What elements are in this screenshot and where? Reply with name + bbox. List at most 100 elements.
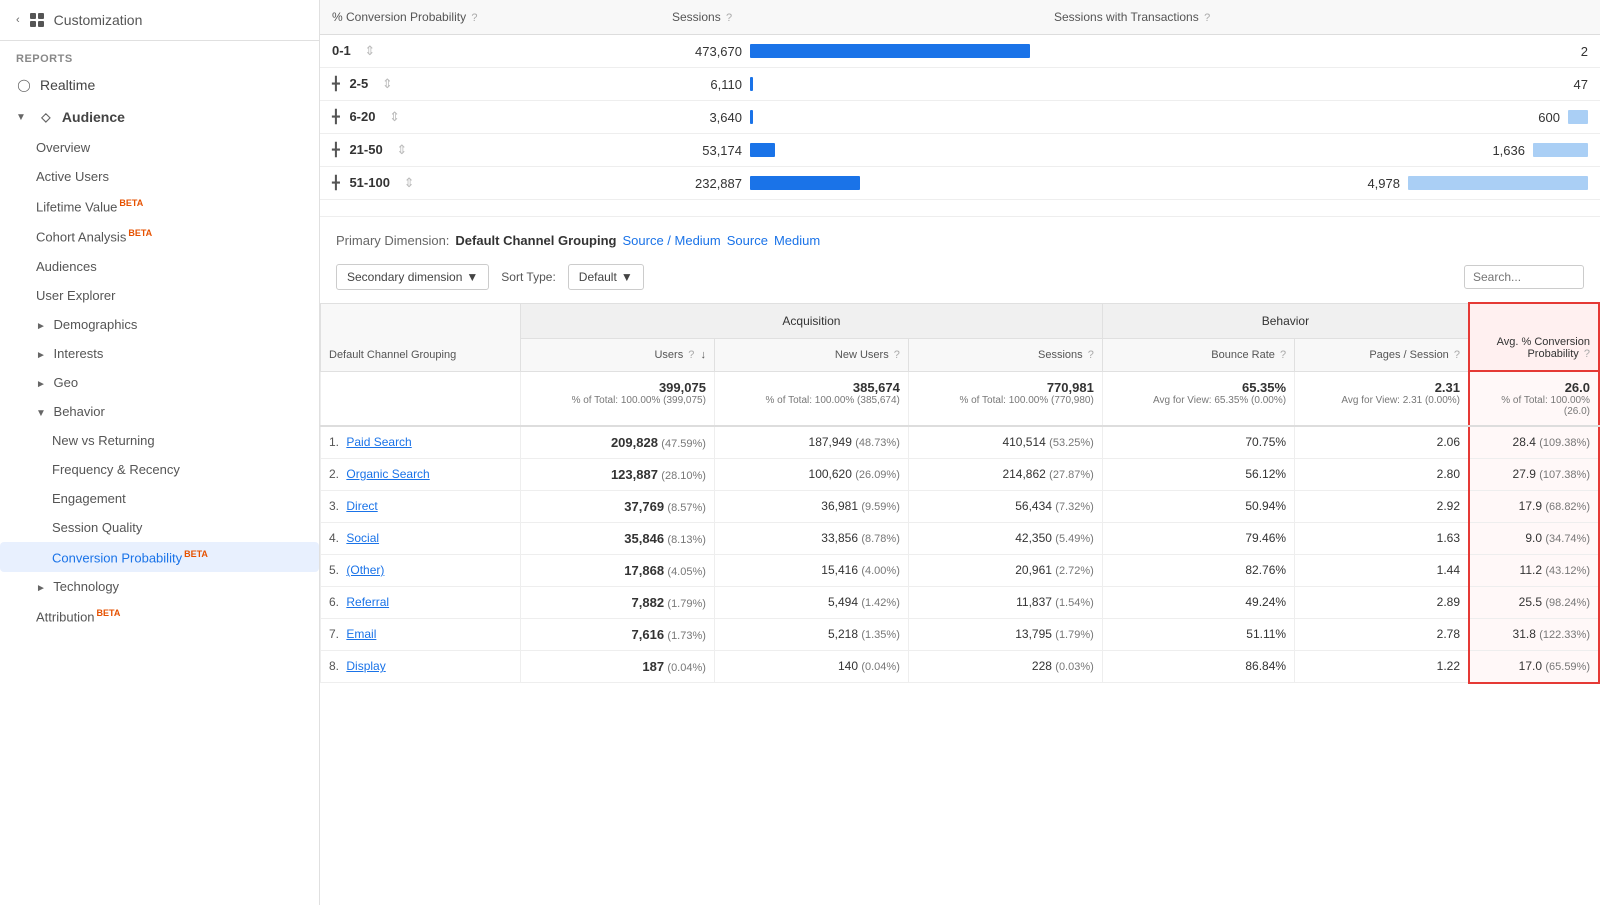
row-users: 37,769 (8.57%)	[521, 491, 715, 523]
sidebar-item-cohort-analysis[interactable]: Cohort AnalysisBETA	[0, 221, 319, 251]
top-table-row: ╋ 2-5 ⇕ 6,110 47	[320, 68, 1600, 101]
sessions-col-help-icon[interactable]: ?	[1088, 349, 1094, 361]
row-new-users: 100,620 (26.09%)	[714, 459, 908, 491]
sidebar-item-user-explorer[interactable]: User Explorer	[0, 281, 319, 310]
sidebar-item-lifetime-value[interactable]: Lifetime ValueBETA	[0, 191, 319, 221]
top-row-range: ╋ 21-50 ⇕	[320, 134, 660, 167]
col-header-sessions-transactions: Sessions with Transactions ?	[1042, 0, 1600, 35]
channel-link[interactable]: Social	[346, 531, 379, 545]
realtime-label: Realtime	[40, 77, 95, 93]
sidebar-item-technology[interactable]: ► Technology	[0, 572, 319, 601]
row-avg-conv: 28.4 (109.38%)	[1469, 426, 1599, 459]
table-row: 6. Referral 7,882 (1.79%) 5,494 (1.42%) …	[321, 587, 1600, 619]
row-new-users: 187,949 (48.73%)	[714, 426, 908, 459]
expand-plus[interactable]: ╋	[332, 109, 340, 124]
conv-prob-help-icon[interactable]: ?	[471, 12, 477, 24]
bounce-rate-help-icon[interactable]: ?	[1280, 349, 1286, 361]
sidebar-item-attribution[interactable]: AttributionBETA	[0, 601, 319, 631]
top-row-range: 0-1 ⇕	[320, 35, 660, 68]
sidebar-item-behavior[interactable]: ▼ Behavior	[0, 397, 319, 426]
drag-icon: ⇕	[364, 43, 375, 58]
secondary-dimension-dropdown[interactable]: Secondary dimension ▼	[336, 264, 489, 290]
row-sessions: 42,350 (5.49%)	[908, 523, 1102, 555]
sidebar-item-realtime[interactable]: ◯ Realtime	[0, 69, 319, 101]
pages-session-help-icon[interactable]: ?	[1454, 349, 1460, 361]
row-channel: 2. Organic Search	[321, 459, 521, 491]
row-new-users: 140 (0.04%)	[714, 651, 908, 683]
grid-icon	[30, 13, 44, 27]
row-number: 2.	[329, 467, 339, 481]
sidebar-item-engagement[interactable]: Engagement	[0, 484, 319, 513]
collapse-icon[interactable]: ‹	[16, 14, 20, 26]
row-sessions: 214,862 (27.87%)	[908, 459, 1102, 491]
th-users: Users ? ↓	[521, 338, 715, 371]
th-avg-conv: Avg. % Conversion Probability ?	[1469, 303, 1599, 371]
channel-link[interactable]: Organic Search	[346, 467, 429, 481]
geo-expand-icon: ►	[36, 379, 46, 390]
channel-link[interactable]: Display	[346, 659, 385, 673]
row-number: 7.	[329, 627, 339, 641]
users-help-icon[interactable]: ?	[688, 349, 694, 361]
primary-dim-medium[interactable]: Medium	[774, 233, 820, 248]
top-table-row: ╋ 21-50 ⇕ 53,174 1,636	[320, 134, 1600, 167]
users-sort-icon[interactable]: ↓	[700, 349, 706, 361]
top-table-row: ╋ 51-100 ⇕ 232,887 4,978	[320, 167, 1600, 200]
row-bounce-rate: 86.84%	[1102, 651, 1294, 683]
drag-icon: ⇕	[389, 109, 400, 124]
sidebar-item-active-users[interactable]: Active Users	[0, 162, 319, 191]
row-bounce-rate: 50.94%	[1102, 491, 1294, 523]
row-bounce-rate: 79.46%	[1102, 523, 1294, 555]
top-row-sessions: 53,174	[660, 134, 1042, 167]
sidebar-item-geo[interactable]: ► Geo	[0, 368, 319, 397]
row-channel: 4. Social	[321, 523, 521, 555]
totals-avg-conv: 26.0 % of Total: 100.00% (26.0)	[1469, 371, 1599, 426]
row-sessions: 13,795 (1.79%)	[908, 619, 1102, 651]
sidebar-top: ‹ Customization	[0, 0, 319, 41]
search-input[interactable]	[1464, 265, 1584, 289]
channel-link[interactable]: Referral	[346, 595, 389, 609]
sort-type-dropdown[interactable]: Default ▼	[568, 264, 644, 290]
sidebar-item-audience[interactable]: ▼ ◇ Audience	[0, 101, 319, 133]
sidebar-item-interests[interactable]: ► Interests	[0, 339, 319, 368]
sidebar-item-frequency-recency[interactable]: Frequency & Recency	[0, 455, 319, 484]
channel-link[interactable]: Direct	[346, 499, 377, 513]
sidebar-item-new-vs-returning[interactable]: New vs Returning	[0, 426, 319, 455]
primary-dim-source-medium[interactable]: Source / Medium	[622, 233, 720, 248]
sidebar-item-conversion-probability[interactable]: Conversion ProbabilityBETA	[0, 542, 319, 572]
customization-title: Customization	[54, 12, 143, 28]
row-new-users: 5,218 (1.35%)	[714, 619, 908, 651]
th-bounce-rate: Bounce Rate ?	[1102, 338, 1294, 371]
avg-conv-help-icon[interactable]: ?	[1584, 348, 1590, 360]
th-pages-session: Pages / Session ?	[1295, 338, 1469, 371]
row-new-users: 33,856 (8.78%)	[714, 523, 908, 555]
sessions-help-icon[interactable]: ?	[726, 12, 732, 24]
row-number: 4.	[329, 531, 339, 545]
new-users-help-icon[interactable]: ?	[894, 349, 900, 361]
channel-link[interactable]: Email	[346, 627, 376, 641]
channel-link[interactable]: Paid Search	[346, 435, 411, 449]
row-sessions: 11,837 (1.54%)	[908, 587, 1102, 619]
row-channel: 8. Display	[321, 651, 521, 683]
top-row-transactions: 47	[1042, 68, 1600, 101]
expand-plus[interactable]: ╋	[332, 142, 340, 157]
totals-users: 399,075 % of Total: 100.00% (399,075)	[521, 371, 715, 426]
row-users: 7,882 (1.79%)	[521, 587, 715, 619]
primary-dim-source[interactable]: Source	[727, 233, 768, 248]
row-bounce-rate: 70.75%	[1102, 426, 1294, 459]
expand-plus[interactable]: ╋	[332, 175, 340, 190]
col-header-conv-prob: % Conversion Probability ?	[320, 0, 660, 35]
audience-expand-icon: ▼	[16, 112, 26, 123]
primary-dim-active[interactable]: Default Channel Grouping	[455, 233, 616, 248]
sidebar-item-session-quality[interactable]: Session Quality	[0, 513, 319, 542]
expand-plus[interactable]: ╋	[332, 76, 340, 91]
th-sessions: Sessions ?	[908, 338, 1102, 371]
sidebar-item-overview[interactable]: Overview	[0, 133, 319, 162]
row-avg-conv: 9.0 (34.74%)	[1469, 523, 1599, 555]
sidebar-item-audiences[interactable]: Audiences	[0, 252, 319, 281]
sess-trans-help-icon[interactable]: ?	[1204, 12, 1210, 24]
top-table-row: ╋ 6-20 ⇕ 3,640 600	[320, 101, 1600, 134]
sidebar-item-demographics[interactable]: ► Demographics	[0, 310, 319, 339]
row-pages-session: 2.06	[1295, 426, 1469, 459]
channel-link[interactable]: (Other)	[346, 563, 384, 577]
totals-row: 399,075 % of Total: 100.00% (399,075) 38…	[321, 371, 1600, 426]
